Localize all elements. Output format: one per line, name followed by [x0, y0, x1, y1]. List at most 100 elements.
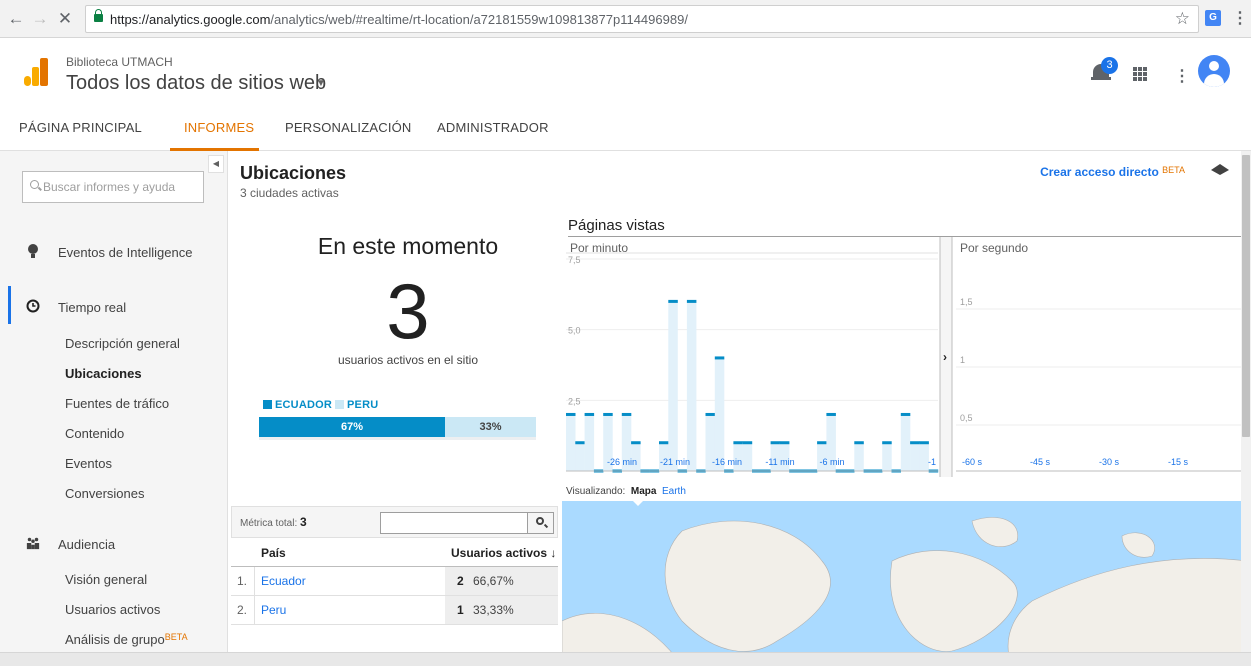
create-shortcut-link[interactable]: Crear acceso directo BETA [1040, 165, 1185, 179]
row-index: 1. [231, 567, 255, 595]
clock-icon [26, 299, 40, 313]
legend-swatch [335, 400, 344, 409]
sidebar-item-overview[interactable]: Descripción general [65, 336, 180, 351]
analytics-logo-icon[interactable] [24, 58, 50, 86]
pageviews-chart: Por minuto 2,5 5,0 7,5 -26 min -21 min -16 min… [566, 237, 1248, 477]
split-segment-peru: 33% [445, 417, 536, 437]
active-view-pointer [632, 501, 644, 506]
sidebar-item-conversions[interactable]: Conversiones [65, 486, 145, 501]
url-text[interactable]: https://analytics.google.com/analytics/w… [110, 12, 688, 27]
sidebar-item-audience[interactable]: Audiencia [0, 529, 227, 559]
url-host: https://analytics.google.com [110, 12, 271, 27]
chart-bar-fill [686, 301, 697, 471]
value-cell: 1 33,33% [445, 596, 558, 624]
row-value: 1 [457, 603, 464, 617]
bookmark-star-icon[interactable]: ☆ [1175, 9, 1190, 29]
sidebar-item-events[interactable]: Eventos [65, 456, 112, 471]
browser-menu-icon[interactable]: ⋮ [1232, 8, 1248, 28]
search-input[interactable] [43, 172, 203, 202]
property-selector[interactable]: Todos los datos de sitios web [66, 72, 326, 95]
stop-icon[interactable]: ✕ [55, 9, 75, 29]
url-path: /analytics/web/#realtime/rt-location/a72… [270, 12, 688, 27]
chart-subtitle: Por minuto [570, 241, 628, 255]
legend-ecuador: ECUADOR [263, 399, 332, 411]
legend-peru: PERU [335, 399, 378, 411]
table-search-input[interactable] [381, 513, 527, 533]
caret-down-icon[interactable]: ▼ [316, 78, 326, 89]
x-tick-label: -21 min [660, 457, 690, 467]
sidebar-item-realtime[interactable]: Tiempo real [0, 292, 227, 322]
sidebar-item-traffic-sources[interactable]: Fuentes de tráfico [65, 396, 169, 411]
sidebar-item-audience-overview[interactable]: Visión general [65, 572, 147, 587]
more-vert-icon[interactable]: ⋮ [1174, 66, 1190, 86]
locations-table: Métrica total: 3 País Usuarios activos ↓… [231, 506, 558, 666]
collapse-sidebar-button[interactable]: ◀ [208, 155, 224, 173]
y-tick-label: 7,5 [568, 255, 581, 265]
x-tick-label: -16 min [712, 457, 742, 467]
tab-admin[interactable]: ADMINISTRADOR [437, 120, 549, 135]
chart-bar-fill [900, 414, 911, 471]
column-active-users[interactable]: Usuarios activos ↓ [451, 546, 556, 560]
active-users-desc: usuarios activos en el sitio [337, 353, 479, 367]
column-label: Usuarios activos [451, 546, 548, 560]
back-icon[interactable]: ← [6, 9, 26, 29]
legend-label: ECUADOR [275, 399, 333, 411]
chart-subtitle: Por segundo [960, 241, 1028, 255]
sidebar-item-intelligence[interactable]: Eventos de Intelligence [0, 237, 227, 267]
x-tick-label: -30 s [1099, 457, 1120, 467]
split-bar-shadow [259, 437, 536, 440]
avatar[interactable] [1198, 55, 1230, 87]
sidebar-item-cohort-analysis[interactable]: Análisis de grupoBETA [65, 632, 188, 647]
row-percent: 33,33% [473, 603, 514, 617]
apps-grid-icon[interactable] [1133, 67, 1147, 81]
chart-bar [742, 441, 753, 445]
translate-extension-icon[interactable]: G [1205, 10, 1221, 26]
lock-icon [94, 9, 103, 22]
chart-bar [584, 412, 595, 416]
chart-bar [733, 441, 743, 445]
row-index: 2. [231, 596, 255, 624]
scrollbar-thumb[interactable] [1242, 155, 1250, 437]
chart-bar-fill [566, 414, 576, 471]
active-users-count: 3 [386, 267, 430, 355]
sidebar: ◀ Eventos de Intelligence Tiempo real De… [0, 151, 228, 666]
view-map-tab[interactable]: Mapa [631, 486, 657, 497]
page-subtitle: 3 ciudades activas [240, 186, 339, 200]
sidebar-item-locations[interactable]: Ubicaciones [65, 366, 142, 381]
sort-down-icon: ↓ [550, 546, 557, 560]
y-tick-label: 0,5 [960, 413, 973, 423]
column-country[interactable]: País [261, 546, 286, 560]
table-search[interactable] [380, 512, 554, 534]
tab-reports[interactable]: INFORMES [184, 120, 254, 135]
chart-bar [714, 356, 725, 360]
sidebar-item-label: Análisis de grupo [65, 632, 165, 647]
view-earth-tab[interactable]: Earth [662, 486, 686, 497]
sidebar-item-active-users[interactable]: Usuarios activos [65, 602, 160, 617]
country-link[interactable]: Peru [261, 596, 286, 624]
tab-customization[interactable]: PERSONALIZACIÓN [285, 120, 412, 135]
sidebar-item-content[interactable]: Contenido [65, 426, 124, 441]
chart-bar [686, 299, 697, 303]
world-map[interactable] [562, 501, 1248, 666]
metric-total-label: Métrica total: [240, 518, 298, 529]
chart-bar-fill [742, 442, 753, 471]
chart-bar [770, 441, 781, 445]
tab-home[interactable]: PÁGINA PRINCIPAL [19, 120, 142, 135]
sidebar-search[interactable] [22, 171, 204, 203]
graduation-cap-icon[interactable] [1211, 164, 1229, 178]
address-bar[interactable]: https://analytics.google.com/analytics/w… [85, 5, 1199, 33]
chart-bar [705, 412, 715, 416]
forward-icon[interactable]: → [30, 9, 50, 29]
chart-bar-fill [854, 442, 864, 471]
page-title: Ubicaciones [240, 163, 347, 183]
x-tick-label: -26 min [607, 457, 637, 467]
country-link[interactable]: Ecuador [261, 567, 306, 595]
x-tick-label: -11 min [765, 457, 794, 467]
map-land [562, 517, 1248, 666]
table-search-button[interactable] [527, 513, 553, 533]
table-row: 2. Peru 1 33,33% [231, 596, 558, 625]
page-scrollbar[interactable] [1241, 151, 1251, 666]
chart-bar [631, 441, 641, 445]
metric-total: Métrica total: 3 [240, 515, 307, 529]
x-tick-label: -45 s [1030, 457, 1051, 467]
